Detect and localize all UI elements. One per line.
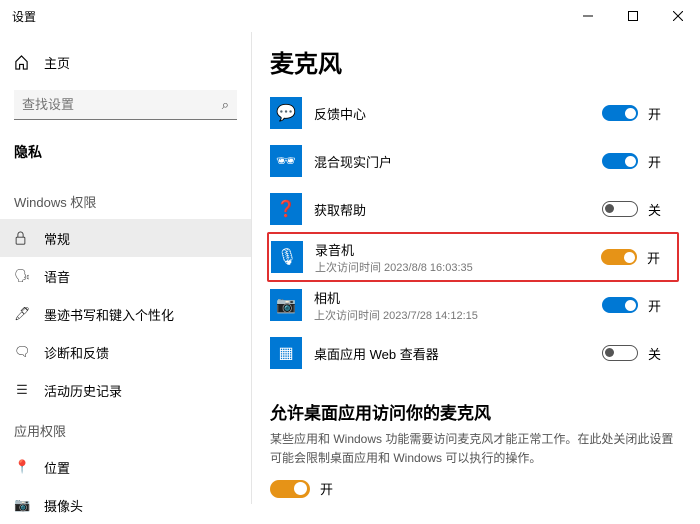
app-subtext: 上次访问时间 2023/7/28 14:12:15 — [314, 307, 602, 323]
app-toggle[interactable] — [602, 153, 638, 169]
nav-diagnostics[interactable]: 🗨诊断和反馈 — [0, 333, 251, 371]
inking-icon: 🖊 — [14, 306, 30, 322]
search-icon: ⌕ — [222, 97, 229, 113]
toggle-state: 开 — [648, 104, 661, 123]
app-row: 💬 反馈中心 开 — [270, 89, 676, 137]
location-icon: 📍 — [14, 459, 30, 475]
desktop-desc: 某些应用和 Windows 功能需要访问麦克风才能正常工作。在此处关闭此设置可能… — [270, 430, 676, 467]
app-icon: ▦ — [270, 337, 302, 369]
nav-general[interactable]: 常规 — [0, 219, 251, 257]
app-row: ❓ 获取帮助 关 — [270, 185, 676, 233]
toggle-state: 关 — [648, 200, 661, 219]
app-toggle[interactable] — [602, 201, 638, 217]
search-box[interactable]: ⌕ — [14, 90, 237, 120]
app-toggle[interactable] — [602, 345, 638, 361]
camera-icon: 📷 — [14, 497, 30, 513]
app-row: 🕶 混合现实门户 开 — [270, 137, 676, 185]
toggle-state: 开 — [647, 248, 660, 267]
nav-activity-history[interactable]: ☰活动历史记录 — [0, 371, 251, 409]
app-icon: 🎙 — [271, 241, 303, 273]
maximize-button[interactable] — [610, 0, 655, 32]
app-name: 混合现实门户 — [314, 152, 602, 171]
app-name: 反馈中心 — [314, 104, 602, 123]
lock-icon — [14, 231, 30, 245]
app-icon: ❓ — [270, 193, 302, 225]
minimize-button[interactable] — [565, 0, 610, 32]
nav-camera[interactable]: 📷摄像头 — [0, 486, 251, 524]
app-name: 相机 — [314, 288, 602, 307]
app-name: 桌面应用 Web 查看器 — [314, 344, 602, 363]
toggle-state: 开 — [648, 296, 661, 315]
speech-icon: 🗣 — [14, 268, 30, 284]
nav-speech[interactable]: 🗣语音 — [0, 257, 251, 295]
toggle-state: 关 — [648, 344, 661, 363]
nav-location[interactable]: 📍位置 — [0, 448, 251, 486]
section-title: 隐私 — [0, 136, 251, 180]
app-toggle[interactable] — [602, 297, 638, 313]
app-name: 获取帮助 — [314, 200, 602, 219]
group-app-perm: 应用权限 — [0, 409, 251, 448]
app-toggle[interactable] — [601, 249, 637, 265]
app-row: 📷 相机上次访问时间 2023/7/28 14:12:15 开 — [270, 281, 676, 329]
titlebar: 设置 — [0, 0, 700, 32]
app-subtext: 上次访问时间 2023/8/8 16:03:35 — [315, 259, 601, 275]
app-row: ▦ 桌面应用 Web 查看器 关 — [270, 329, 676, 377]
app-icon: 📷 — [270, 289, 302, 321]
history-icon: ☰ — [14, 382, 30, 398]
app-toggle[interactable] — [602, 105, 638, 121]
search-input[interactable] — [22, 97, 222, 112]
window-title: 设置 — [0, 8, 36, 25]
page-title: 麦克风 — [270, 44, 676, 79]
group-windows-perm: Windows 权限 — [0, 180, 251, 219]
desktop-heading: 允许桌面应用访问你的麦克风 — [270, 399, 676, 424]
app-name: 录音机 — [315, 240, 601, 259]
home-label: 主页 — [44, 53, 70, 72]
feedback-icon: 🗨 — [14, 344, 30, 360]
app-icon: 🕶 — [270, 145, 302, 177]
home-nav[interactable]: 主页 — [0, 44, 251, 80]
sidebar: 主页 ⌕ 隐私 Windows 权限 常规 🗣语音 🖊墨迹书写和键入个性化 🗨诊… — [0, 32, 252, 504]
close-button[interactable] — [655, 0, 700, 32]
home-icon — [14, 55, 30, 70]
app-icon: 💬 — [270, 97, 302, 129]
toggle-state: 开 — [648, 152, 661, 171]
desktop-toggle-state: 开 — [320, 479, 333, 498]
content-pane: 麦克风 💬反馈中心开🕶混合现实门户开❓获取帮助关🎙录音机上次访问时间 2023/… — [252, 32, 700, 504]
nav-inking[interactable]: 🖊墨迹书写和键入个性化 — [0, 295, 251, 333]
desktop-mic-toggle[interactable] — [270, 480, 310, 498]
app-row: 🎙 录音机上次访问时间 2023/8/8 16:03:35 开 — [267, 232, 679, 282]
